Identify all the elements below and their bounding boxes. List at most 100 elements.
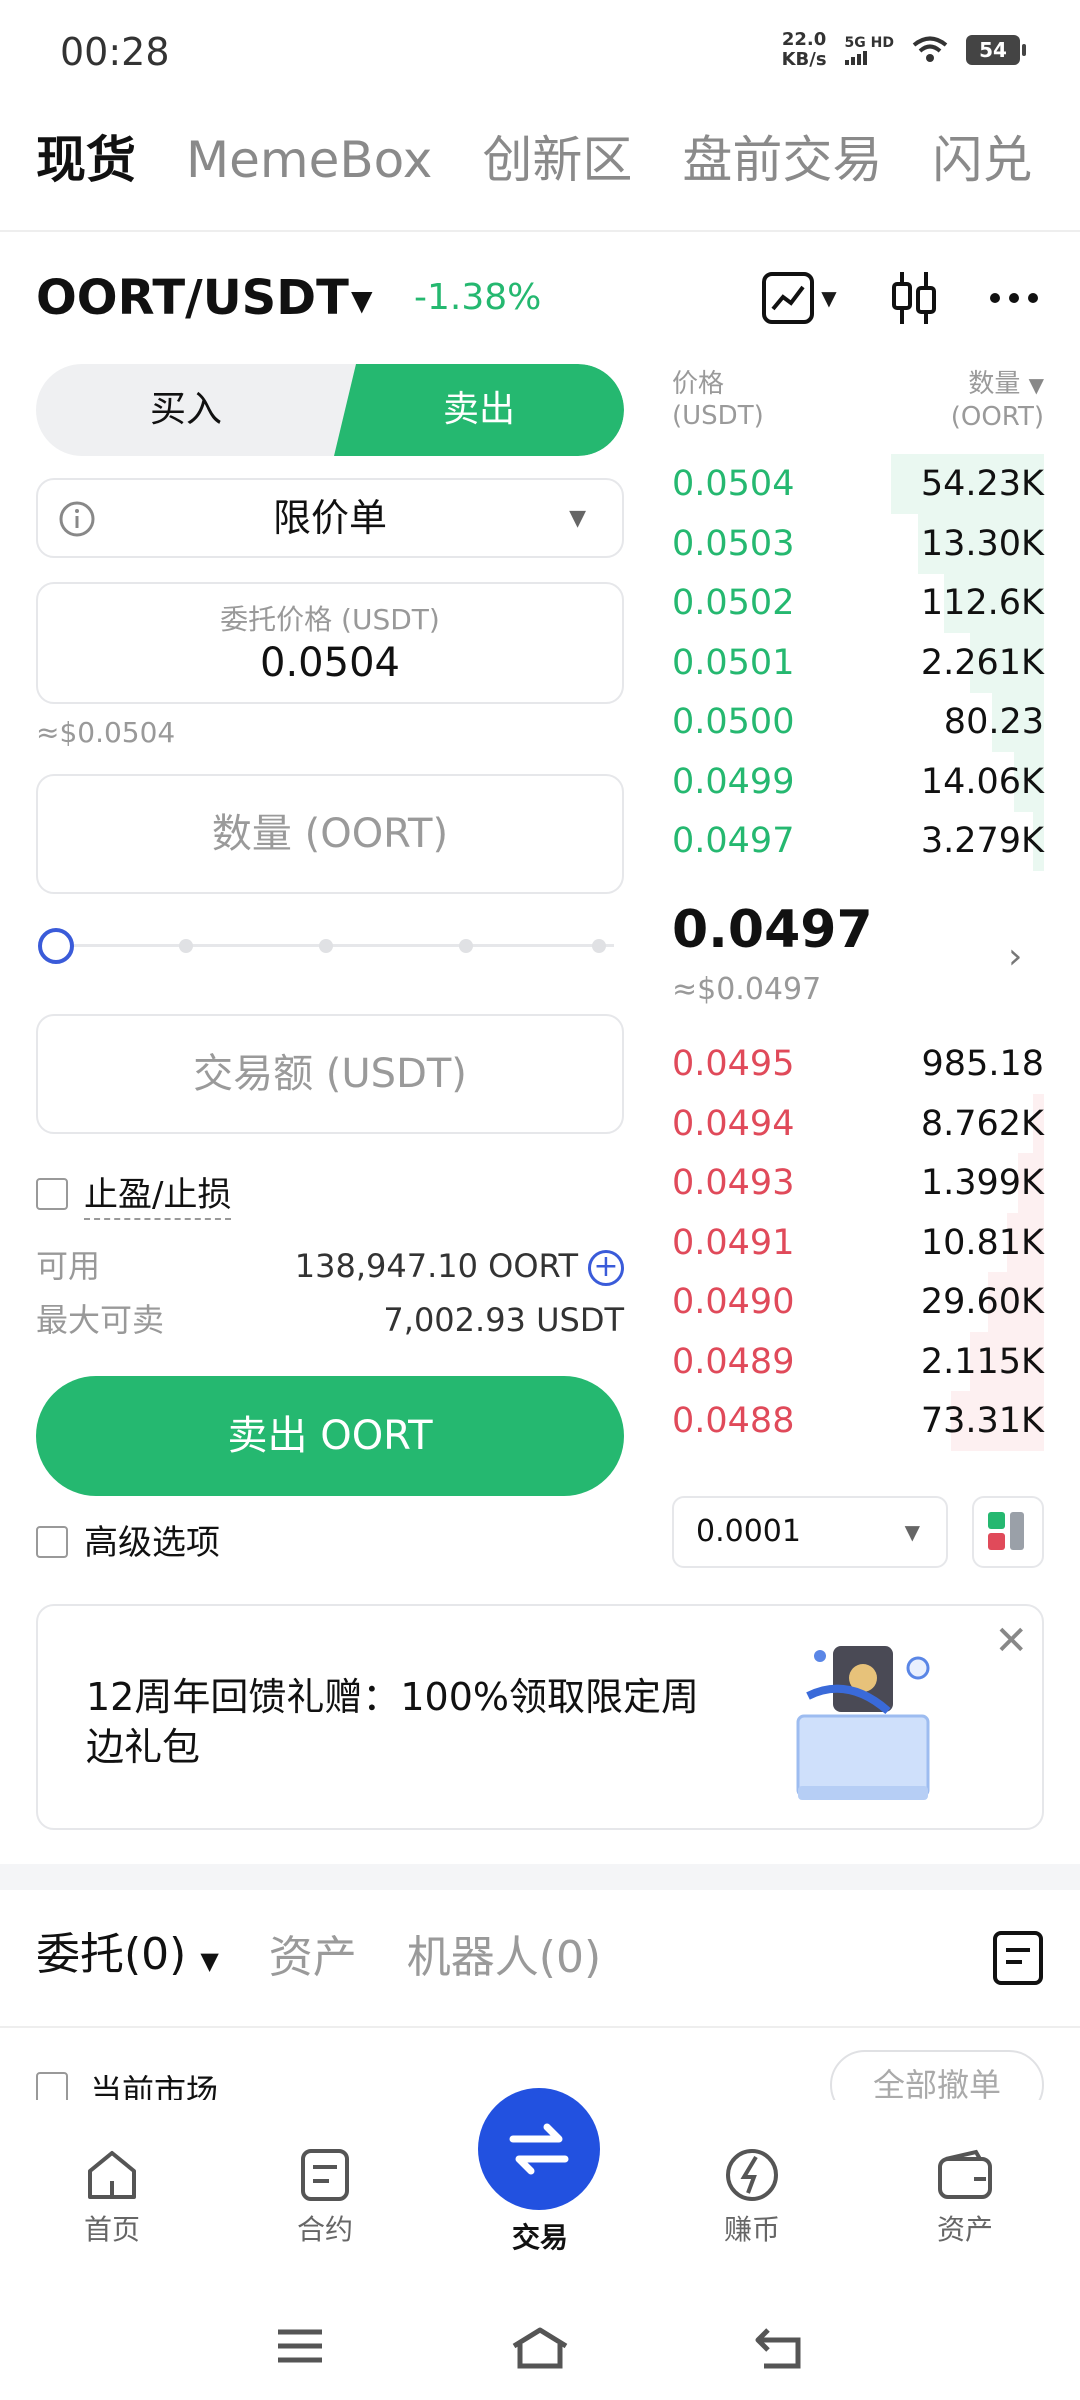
max-sell-row: 最大可卖 7,002.93 USDT xyxy=(36,1298,624,1342)
market-tabs: 现货 MemeBox 创新区 盘前交易 闪兑 xyxy=(36,120,1032,200)
pair-change: -1.38% xyxy=(414,277,542,318)
earn-icon xyxy=(726,2149,778,2201)
tab-spot[interactable]: 现货 xyxy=(36,120,136,200)
back-icon[interactable] xyxy=(754,2326,804,2370)
tpsl-label[interactable]: 止盈/止损 xyxy=(84,1172,232,1220)
ask-row[interactable]: 0.0497 3.279K xyxy=(672,811,1044,871)
sort-down-icon[interactable]: ▼ xyxy=(1029,373,1044,397)
chevron-down-icon: ▼ xyxy=(200,1947,219,1975)
bid-quantity: 2.115K xyxy=(920,1341,1044,1382)
ask-quantity: 54.23K xyxy=(920,464,1044,504)
sell-tab[interactable]: 卖出 xyxy=(334,364,624,456)
slider-track[interactable] xyxy=(56,944,614,947)
battery-icon: 54 xyxy=(966,35,1026,65)
slider-handle[interactable] xyxy=(38,928,74,964)
promo-banner[interactable]: 12周年回馈礼赠：100%领取限定周边礼包 ✕ xyxy=(36,1604,1044,1830)
nav-earn[interactable]: 赚币 xyxy=(682,2142,822,2248)
orderbook-header: 价格 (USDT) 数量 ▼ (OORT) xyxy=(672,368,1044,438)
tab-convert[interactable]: 闪兑 xyxy=(932,120,1032,200)
tab-orders[interactable]: 委托(0) ▼ xyxy=(36,1915,219,2001)
nav-home[interactable]: 首页 xyxy=(42,2142,182,2248)
chart-icon[interactable]: ▼ xyxy=(754,270,844,326)
ask-row[interactable]: 0.0501 2.261K xyxy=(672,632,1044,693)
gift-box-illustration xyxy=(796,1646,930,1800)
bid-price: 0.0493 xyxy=(672,1163,795,1203)
order-type-select[interactable]: 限价单 ▼ xyxy=(36,478,624,558)
bid-price: 0.0494 xyxy=(672,1103,795,1144)
ask-quantity: 14.06K xyxy=(920,761,1044,802)
bid-price: 0.0491 xyxy=(672,1222,795,1263)
home-icon xyxy=(88,2151,136,2199)
section-divider xyxy=(0,1864,1080,1890)
ask-row[interactable]: 0.0502 112.6K xyxy=(672,573,1044,633)
close-icon[interactable]: ✕ xyxy=(994,1618,1028,1664)
document-icon[interactable] xyxy=(992,1930,1044,1986)
bid-row[interactable]: 0.0490 29.60K xyxy=(672,1272,1044,1332)
ask-price: 0.0504 xyxy=(672,464,795,504)
pair-selector[interactable]: OORT/USDT xyxy=(36,262,349,334)
price-approx: ≈$0.0504 xyxy=(36,716,176,749)
chevron-right-icon[interactable]: › xyxy=(1008,936,1022,977)
slider-step-100[interactable] xyxy=(592,939,606,953)
amount-slider[interactable] xyxy=(36,926,614,966)
bid-row[interactable]: 0.0489 2.115K xyxy=(672,1331,1044,1392)
amount-input[interactable]: 交易额 (USDT) xyxy=(36,1014,624,1134)
quantity-input[interactable]: 数量 (OORT) xyxy=(36,774,624,894)
bid-quantity: 73.31K xyxy=(920,1401,1044,1441)
available-label: 可用 xyxy=(36,1247,101,1285)
tick-size-select[interactable]: 0.0001 ▼ xyxy=(672,1496,948,1568)
clock: 00:28 xyxy=(60,30,170,74)
tab-bots[interactable]: 机器人(0) xyxy=(407,1918,601,1998)
price-caption: 委托价格 (USDT) xyxy=(220,603,440,636)
nav-assets[interactable]: 资产 xyxy=(895,2142,1035,2248)
ask-row[interactable]: 0.0503 13.30K xyxy=(672,513,1044,574)
divider xyxy=(0,230,1080,232)
ask-row[interactable]: 0.0500 80.23 xyxy=(672,692,1044,752)
status-icons: 22.0 KB/s 5G HD 54 xyxy=(781,29,1026,70)
slider-step-50[interactable] xyxy=(319,939,333,953)
ask-row[interactable]: 0.0499 14.06K xyxy=(672,751,1044,812)
ask-quantity: 2.261K xyxy=(920,642,1044,683)
tab-innovation[interactable]: 创新区 xyxy=(482,120,632,200)
home-icon[interactable] xyxy=(510,2326,570,2370)
chevron-down-icon[interactable]: ▼ xyxy=(351,284,373,317)
nav-trade-label[interactable]: 交易 xyxy=(470,2216,610,2256)
ask-price: 0.0499 xyxy=(672,761,795,802)
quantity-placeholder: 数量 (OORT) xyxy=(211,811,449,857)
orderbook-layout-button[interactable] xyxy=(972,1496,1044,1568)
tab-premarket[interactable]: 盘前交易 xyxy=(682,120,882,200)
bid-price: 0.0490 xyxy=(672,1282,795,1322)
bid-row[interactable]: 0.0491 10.81K xyxy=(672,1212,1044,1273)
bid-row[interactable]: 0.0494 8.762K xyxy=(672,1093,1044,1154)
system-nav-bar xyxy=(0,2296,1080,2400)
ask-price: 0.0500 xyxy=(672,702,795,742)
net-speed: 22.0 KB/s xyxy=(781,29,827,70)
order-type-label: 限价单 xyxy=(272,496,387,540)
sell-submit-button[interactable]: 卖出 OORT xyxy=(36,1376,624,1496)
advanced-checkbox[interactable] xyxy=(36,1526,68,1558)
tab-memebox[interactable]: MemeBox xyxy=(186,120,432,200)
pair-header: OORT/USDT ▼ -1.38% ▼ xyxy=(36,262,1044,334)
bid-row[interactable]: 0.0493 1.399K xyxy=(672,1153,1044,1213)
candlestick-icon[interactable] xyxy=(884,270,944,326)
ask-price: 0.0503 xyxy=(672,523,795,564)
tab-assets[interactable]: 资产 xyxy=(269,1918,357,1998)
swap-icon xyxy=(509,2123,569,2175)
buy-tab[interactable]: 买入 xyxy=(36,364,336,456)
ask-row[interactable]: 0.0504 54.23K xyxy=(672,454,1044,514)
tpsl-checkbox[interactable] xyxy=(36,1178,68,1210)
nav-trade-button[interactable] xyxy=(478,2088,600,2210)
bid-row[interactable]: 0.0488 73.31K xyxy=(672,1391,1044,1451)
price-value[interactable]: 0.0504 xyxy=(38,640,622,686)
slider-step-25[interactable] xyxy=(179,939,193,953)
menu-icon[interactable] xyxy=(276,2326,324,2366)
more-icon[interactable] xyxy=(984,270,1044,326)
bid-row[interactable]: 0.0495 985.18 xyxy=(672,1034,1044,1094)
nav-futures[interactable]: 合约 xyxy=(255,2142,395,2248)
bid-quantity: 29.60K xyxy=(920,1282,1044,1322)
advanced-label[interactable]: 高级选项 xyxy=(84,1520,220,1566)
price-input[interactable]: 委托价格 (USDT) 0.0504 xyxy=(36,582,624,704)
chevron-down-icon: ▼ xyxy=(904,1520,920,1544)
slider-step-75[interactable] xyxy=(459,939,473,953)
plus-circle-icon[interactable]: + xyxy=(588,1250,624,1286)
